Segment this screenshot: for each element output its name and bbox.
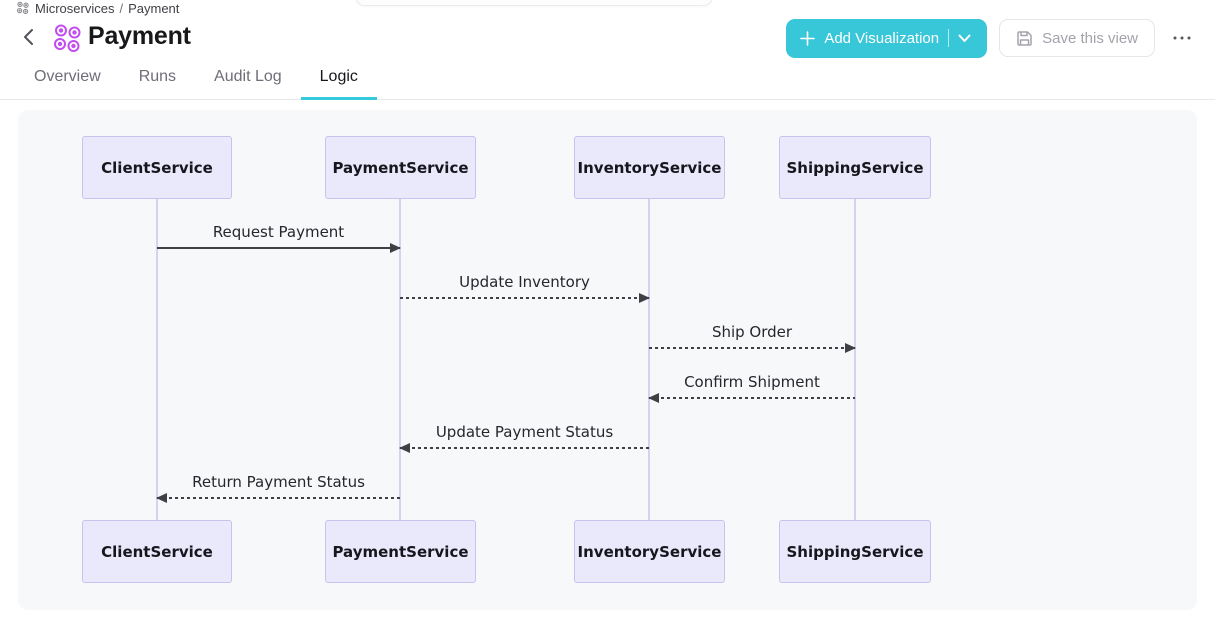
message-confirm-shipment: Confirm Shipment bbox=[649, 372, 855, 399]
tab-overview[interactable]: Overview bbox=[15, 60, 120, 100]
message-arrow-solid-right bbox=[157, 247, 400, 249]
arrowhead-right-icon bbox=[639, 293, 650, 303]
breadcrumb-root[interactable]: Microservices bbox=[35, 1, 114, 16]
button-divider bbox=[948, 29, 949, 47]
payment-cluster-icon bbox=[52, 23, 84, 58]
breadcrumb-separator: / bbox=[119, 1, 123, 16]
more-options-button[interactable] bbox=[1167, 23, 1197, 53]
message-request-payment: Request Payment bbox=[157, 222, 400, 249]
app-page: Microservices / Payment Payment Add Visu… bbox=[0, 0, 1215, 643]
ellipsis-icon bbox=[1173, 36, 1191, 40]
actor-top-paymentservice: PaymentService bbox=[325, 136, 476, 199]
lifeline-inventoryservice bbox=[648, 199, 650, 520]
plus-icon bbox=[800, 31, 815, 46]
message-arrow-dashed-left bbox=[400, 447, 649, 449]
breadcrumb-current[interactable]: Payment bbox=[128, 1, 179, 16]
floppy-disk-icon bbox=[1016, 30, 1033, 47]
message-label: Ship Order bbox=[649, 322, 855, 343]
arrowhead-right-icon bbox=[845, 343, 856, 353]
tab-audit-log[interactable]: Audit Log bbox=[195, 60, 301, 100]
message-update-inventory: Update Inventory bbox=[400, 272, 649, 299]
save-view-button[interactable]: Save this view bbox=[999, 19, 1155, 57]
message-arrow-dashed-left bbox=[649, 397, 855, 399]
page-title: Payment bbox=[88, 22, 191, 51]
actor-bottom-inventoryservice: InventoryService bbox=[574, 520, 725, 583]
floating-toolbar-remnant bbox=[355, 0, 713, 6]
save-view-label: Save this view bbox=[1042, 30, 1138, 47]
chevron-down-icon[interactable] bbox=[958, 34, 971, 43]
microservices-cluster-icon bbox=[16, 1, 30, 15]
message-label: Request Payment bbox=[157, 222, 400, 243]
tab-bar: Overview Runs Audit Log Logic bbox=[0, 60, 1215, 100]
actor-bottom-shippingservice: ShippingService bbox=[779, 520, 931, 583]
arrowhead-left-icon bbox=[399, 443, 410, 453]
message-update-payment-status: Update Payment Status bbox=[400, 422, 649, 449]
message-ship-order: Ship Order bbox=[649, 322, 855, 349]
header-actions: Add Visualization Save this view bbox=[786, 18, 1197, 58]
message-label: Update Inventory bbox=[400, 272, 649, 293]
arrowhead-left-icon bbox=[156, 493, 167, 503]
page-header: Payment Add Visualization Save this view bbox=[0, 18, 1215, 58]
lifeline-shippingservice bbox=[854, 199, 856, 520]
message-arrow-dashed-right bbox=[400, 297, 649, 299]
message-arrow-dashed-left bbox=[157, 497, 400, 499]
back-button[interactable] bbox=[18, 27, 38, 47]
message-label: Confirm Shipment bbox=[649, 372, 855, 393]
tab-runs[interactable]: Runs bbox=[120, 60, 195, 100]
sequence-diagram-canvas: ClientService PaymentService InventorySe… bbox=[18, 110, 1197, 610]
add-visualization-label: Add Visualization bbox=[824, 30, 939, 47]
arrowhead-left-icon bbox=[648, 393, 659, 403]
tab-logic[interactable]: Logic bbox=[301, 60, 377, 100]
add-visualization-button[interactable]: Add Visualization bbox=[786, 19, 987, 58]
actor-top-inventoryservice: InventoryService bbox=[574, 136, 725, 199]
actor-bottom-paymentservice: PaymentService bbox=[325, 520, 476, 583]
message-arrow-dashed-right bbox=[649, 347, 855, 349]
actor-bottom-clientservice: ClientService bbox=[82, 520, 232, 583]
message-label: Return Payment Status bbox=[157, 472, 400, 493]
breadcrumb: Microservices / Payment bbox=[16, 0, 179, 16]
chevron-left-icon bbox=[23, 28, 34, 46]
message-return-payment-status: Return Payment Status bbox=[157, 472, 400, 499]
actor-top-clientservice: ClientService bbox=[82, 136, 232, 199]
arrowhead-right-icon bbox=[390, 243, 401, 253]
actor-top-shippingservice: ShippingService bbox=[779, 136, 931, 199]
message-label: Update Payment Status bbox=[400, 422, 649, 443]
